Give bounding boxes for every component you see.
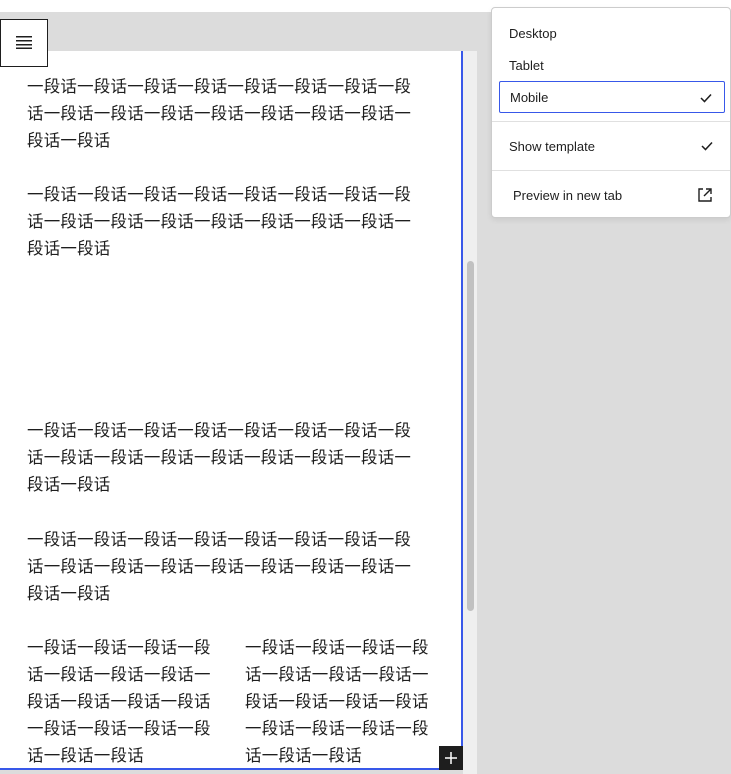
list-view-button[interactable] [0,19,48,67]
check-icon [700,91,712,106]
menu-item-tablet[interactable]: Tablet [499,49,725,81]
paragraph-block[interactable]: 一段话一段话一段话一段话一段话一段话一段话一段话一段话一段话一段话一段话一段话一… [27,73,425,154]
menu-item-desktop[interactable]: Desktop [499,17,725,49]
list-view-icon [16,34,32,53]
editor-canvas-mobile[interactable]: 一段话一段话一段话一段话一段话一段话一段话一段话一段话一段话一段话一段话一段话一… [0,51,463,770]
external-link-icon [697,187,713,206]
column-left-text[interactable]: 一段话一段话一段话一段话一段话一段话一段话一段话一段话一段话一段话一段话一段话一… [27,634,217,768]
preview-dropdown-menu: Desktop Tablet Mobile Show template Prev… [491,7,731,218]
paragraph-block[interactable]: 一段话一段话一段话一段话一段话一段话一段话一段话一段话一段话一段话一段话一段话一… [27,526,425,607]
menu-item-preview-new-tab[interactable]: Preview in new tab [499,179,725,211]
check-icon [701,139,713,154]
scrollbar-thumb[interactable] [467,261,474,611]
editor-header [0,12,491,51]
menu-divider [492,121,730,122]
plus-icon [445,749,457,768]
column-right-text[interactable]: 一段话一段话一段话一段话一段话一段话一段话一段话一段话一段话一段话一段话一段话一… [245,634,435,768]
menu-item-show-template[interactable]: Show template [499,130,725,162]
menu-item-mobile[interactable]: Mobile [499,81,725,113]
menu-divider [492,170,730,171]
add-block-button[interactable] [439,746,463,770]
paragraph-block[interactable]: 一段话一段话一段话一段话一段话一段话一段话一段话一段话一段话一段话一段话一段话一… [27,181,425,262]
paragraph-block[interactable]: 一段话一段话一段话一段话一段话一段话一段话一段话一段话一段话一段话一段话一段话一… [27,417,425,498]
